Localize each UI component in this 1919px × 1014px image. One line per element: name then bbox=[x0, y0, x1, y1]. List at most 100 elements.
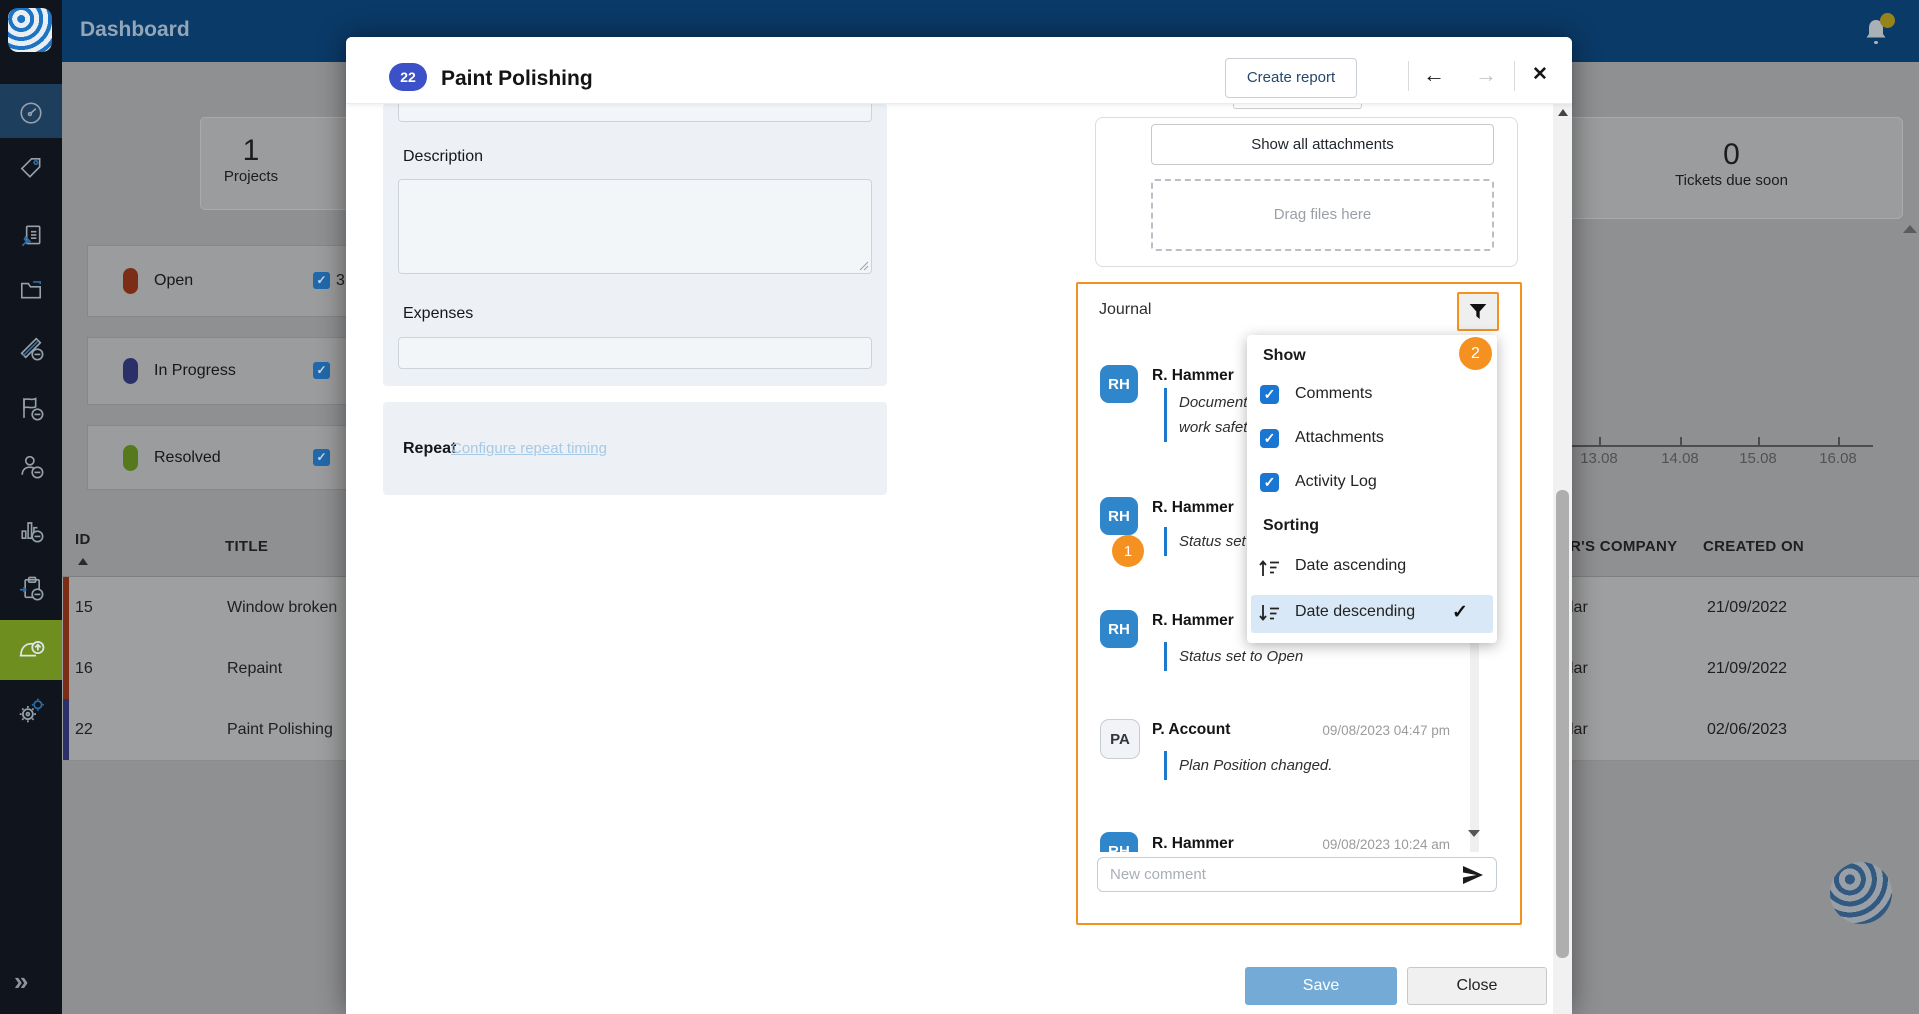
back-arrow-button[interactable]: ← bbox=[1418, 59, 1450, 91]
journal-scroll-down-arrow[interactable] bbox=[1468, 830, 1480, 837]
avatar: RH bbox=[1100, 832, 1138, 852]
cell-title: Window broken bbox=[227, 599, 337, 617]
sort-asc-icon bbox=[78, 558, 88, 565]
attachments-card: Show all attachments Drag files here bbox=[1095, 117, 1518, 267]
status-open-checkbox[interactable]: ✓ bbox=[313, 272, 330, 289]
cell-company: lar bbox=[1570, 599, 1588, 617]
bar-chart-icon bbox=[17, 516, 45, 544]
repeat-panel: Repeat Configure repeat timing bbox=[383, 402, 887, 495]
entry-author: R. Hammer bbox=[1152, 499, 1234, 517]
tickets-due-stat-card: 0 Tickets due soon bbox=[1560, 117, 1903, 219]
scrollbar-up-arrow bbox=[1558, 109, 1568, 116]
entry-author: R. Hammer bbox=[1152, 835, 1234, 852]
send-icon[interactable] bbox=[1462, 865, 1484, 885]
cell-created-on: 21/09/2022 bbox=[1707, 599, 1787, 617]
activity-log-checkbox[interactable]: ✓ bbox=[1260, 473, 1279, 492]
divider bbox=[1408, 61, 1409, 91]
status-color-pill bbox=[123, 268, 138, 294]
cell-created-on: 21/09/2022 bbox=[1707, 660, 1787, 678]
sidebar-item-settings[interactable] bbox=[0, 684, 62, 738]
journal-title: Journal bbox=[1099, 301, 1151, 319]
sidebar-item-design-tools[interactable] bbox=[0, 321, 62, 375]
col-header-created[interactable]: CREATED ON bbox=[1703, 538, 1804, 555]
entry-message: Plan Position changed. bbox=[1164, 751, 1332, 780]
entry-timestamp: 09/08/2023 04:47 pm bbox=[1300, 723, 1450, 738]
avatar: RH bbox=[1100, 497, 1138, 535]
col-header-company[interactable]: R'S COMPANY bbox=[1570, 538, 1677, 555]
comments-checkbox[interactable]: ✓ bbox=[1260, 385, 1279, 404]
create-report-button[interactable]: Create report bbox=[1225, 58, 1357, 98]
gauge-icon bbox=[18, 100, 44, 126]
sidebar-item-statistics[interactable] bbox=[0, 503, 62, 557]
journal-filter-button[interactable] bbox=[1457, 292, 1499, 331]
flag-icon bbox=[17, 394, 45, 422]
cell-title: Paint Polishing bbox=[227, 721, 333, 739]
tag-icon bbox=[18, 155, 44, 181]
forward-arrow-button[interactable]: → bbox=[1470, 59, 1502, 91]
sidebar-item-contacts[interactable] bbox=[0, 439, 62, 493]
description-textarea[interactable] bbox=[398, 179, 872, 274]
sidebar-item-flags[interactable] bbox=[0, 381, 62, 435]
projects-label: Projects bbox=[201, 168, 301, 185]
file-dropzone[interactable]: Drag files here bbox=[1151, 179, 1494, 251]
configure-repeat-link[interactable]: Configure repeat timing bbox=[451, 440, 607, 457]
close-button[interactable]: Close bbox=[1407, 967, 1547, 1005]
cell-id: 22 bbox=[75, 721, 93, 739]
col-header-title[interactable]: TITLE bbox=[225, 538, 268, 555]
sidebar-item-pinned-report[interactable] bbox=[0, 209, 62, 263]
sidebar-item-projects[interactable] bbox=[0, 262, 62, 316]
status-resolved-checkbox[interactable]: ✓ bbox=[313, 449, 330, 466]
sort-ascending-option[interactable]: Date ascending bbox=[1295, 557, 1406, 575]
entry-author: R. Hammer bbox=[1152, 612, 1234, 630]
activity-log-option[interactable]: Activity Log bbox=[1295, 473, 1377, 491]
sorting-section-label: Sorting bbox=[1263, 517, 1319, 535]
page-title: Dashboard bbox=[80, 18, 190, 42]
journal-entry[interactable]: PA P. Account 09/08/2023 04:47 pm Plan P… bbox=[1078, 698, 1520, 808]
entry-count-badge: 1 bbox=[1112, 535, 1144, 567]
attachments-option[interactable]: Attachments bbox=[1295, 429, 1384, 447]
entry-author: R. Hammer bbox=[1152, 367, 1234, 385]
status-label: Open bbox=[154, 272, 193, 290]
sort-descending-option[interactable]: Date descending bbox=[1295, 603, 1415, 621]
modal-scrollbar[interactable] bbox=[1553, 103, 1572, 1014]
chart-x-axis bbox=[1572, 445, 1873, 447]
app-logo[interactable] bbox=[8, 8, 52, 52]
save-button[interactable]: Save bbox=[1245, 967, 1397, 1005]
sidebar-expand-icon[interactable]: » bbox=[14, 966, 28, 997]
cell-title: Repaint bbox=[227, 660, 282, 678]
journal-filter-dropdown: Show ✓ Comments ✓ Attachments ✓ Activity… bbox=[1247, 335, 1497, 643]
description-label: Description bbox=[403, 148, 483, 166]
screen: Dashboard 1 Projects 0 Tickets due soon … bbox=[0, 0, 1919, 1014]
show-all-attachments-button[interactable]: Show all attachments bbox=[1151, 124, 1494, 165]
expenses-input[interactable] bbox=[398, 337, 872, 369]
status-label: Resolved bbox=[154, 449, 221, 467]
cell-company: lar bbox=[1570, 660, 1588, 678]
sidebar-item-dashboard[interactable] bbox=[0, 86, 62, 140]
filter-count-badge: 2 bbox=[1459, 337, 1492, 370]
attachments-checkbox[interactable]: ✓ bbox=[1260, 429, 1279, 448]
entry-message: Status set bbox=[1164, 527, 1246, 556]
axis-tick-label: 15.08 bbox=[1728, 450, 1788, 467]
notification-dot bbox=[1880, 13, 1895, 28]
sidebar-item-construction-site[interactable] bbox=[0, 623, 62, 677]
cell-company: lar bbox=[1570, 721, 1588, 739]
entry-timestamp: 09/08/2023 10:24 am bbox=[1300, 837, 1450, 852]
axis-tick-label: 16.08 bbox=[1808, 450, 1868, 467]
form-panel: Description Expenses bbox=[383, 103, 887, 386]
person-icon bbox=[17, 452, 45, 480]
entry-message: Status set to Open bbox=[1164, 642, 1303, 671]
clipped-field[interactable] bbox=[398, 103, 872, 122]
brand-watermark-logo bbox=[1830, 862, 1892, 924]
col-header-id[interactable]: ID bbox=[75, 531, 91, 548]
scroll-up-arrow[interactable] bbox=[1903, 225, 1917, 233]
sidebar-item-tags[interactable] bbox=[0, 141, 62, 195]
sort-descending-icon bbox=[1259, 604, 1281, 622]
sidebar-item-tasks[interactable] bbox=[0, 561, 62, 615]
comments-option[interactable]: Comments bbox=[1295, 385, 1372, 403]
status-in-progress-checkbox[interactable]: ✓ bbox=[313, 362, 330, 379]
resize-handle-icon bbox=[859, 261, 869, 271]
entry-author: P. Account bbox=[1152, 721, 1230, 739]
new-comment-input[interactable] bbox=[1098, 858, 1496, 891]
close-modal-icon[interactable]: ✕ bbox=[1524, 59, 1556, 91]
journal-entry[interactable]: RH R. Hammer 09/08/2023 10:24 am bbox=[1078, 811, 1520, 852]
